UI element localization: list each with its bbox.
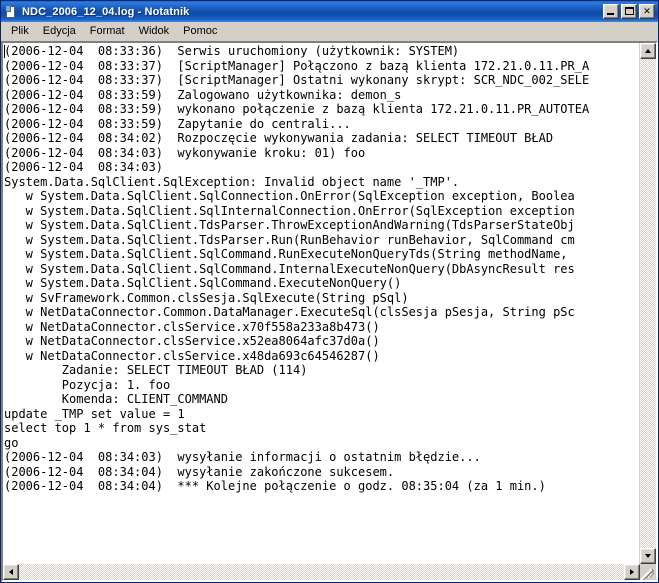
scroll-up-button[interactable] bbox=[640, 43, 656, 59]
scroll-right-button[interactable] bbox=[624, 564, 640, 580]
log-line: w NetDataConnector.clsService.x70f558a23… bbox=[4, 319, 380, 334]
menu-item-widok[interactable]: Widok bbox=[132, 24, 177, 40]
scroll-up-arrow-icon bbox=[645, 49, 651, 53]
close-icon: ✕ bbox=[643, 6, 651, 16]
log-line: update _TMP set value = 1 bbox=[4, 406, 185, 421]
log-lines: (2006-12-04 08:33:36) Serwis uruchomiony… bbox=[3, 43, 639, 494]
log-line: w System.Data.SqlClient.TdsParser.Run(Ru… bbox=[4, 232, 575, 247]
resize-grip[interactable] bbox=[640, 564, 656, 580]
text-editor[interactable]: (2006-12-04 08:33:36) Serwis uruchomiony… bbox=[1, 41, 658, 582]
log-line: w System.Data.SqlClient.SqlCommand.Inter… bbox=[4, 261, 575, 276]
scroll-down-button[interactable] bbox=[640, 548, 656, 564]
log-line: (2006-12-04 08:33:59) Zalogowano użytkow… bbox=[4, 87, 402, 102]
text-caret bbox=[4, 45, 5, 58]
maximize-icon bbox=[625, 7, 634, 15]
caption-buttons: ✕ bbox=[603, 4, 657, 19]
log-line: go bbox=[4, 435, 19, 450]
log-line: (2006-12-04 08:33:37) [ScriptManager] Po… bbox=[4, 58, 590, 73]
log-line: w System.Data.SqlClient.SqlConnection.On… bbox=[4, 189, 575, 203]
log-line: w System.Data.SqlClient.SqlCommand.Execu… bbox=[4, 276, 402, 290]
log-line: Zadanie: SELECT TIMEOUT BŁAD (114) bbox=[4, 363, 308, 377]
log-line: System.Data.SqlClient.SqlException: Inva… bbox=[4, 174, 460, 189]
vertical-scroll-track[interactable] bbox=[640, 59, 656, 548]
title-bar[interactable]: NDC_2006_12_04.log - Notatnik ✕ bbox=[1, 1, 658, 22]
horizontal-scrollbar[interactable] bbox=[3, 564, 656, 580]
log-line: w NetDataConnector.Common.DataManager.Ex… bbox=[4, 305, 575, 319]
log-line: (2006-12-04 08:34:03) wysyłanie informac… bbox=[4, 450, 481, 464]
menu-item-plik[interactable]: Plik bbox=[4, 24, 36, 40]
log-line: (2006-12-04 08:34:04) *** Kolejne połącz… bbox=[4, 479, 546, 493]
log-line: w System.Data.SqlClient.TdsParser.ThrowE… bbox=[4, 218, 575, 232]
client-area: (2006-12-04 08:33:36) Serwis uruchomiony… bbox=[1, 41, 658, 582]
log-line: w System.Data.SqlClient.SqlCommand.RunEx… bbox=[4, 247, 568, 261]
log-line: w System.Data.SqlClient.SqlInternalConne… bbox=[4, 203, 575, 218]
log-text-area[interactable]: (2006-12-04 08:33:36) Serwis uruchomiony… bbox=[3, 43, 639, 564]
log-line: select top 1 * from sys_stat bbox=[4, 421, 207, 435]
log-line: (2006-12-04 08:33:36) Serwis uruchomiony… bbox=[4, 44, 460, 58]
log-line: (2006-12-04 08:34:04) wysyłanie zakończo… bbox=[4, 464, 395, 479]
minimize-icon bbox=[607, 13, 614, 15]
log-line: w SvFramework.Common.clsSesja.SqlExecute… bbox=[4, 290, 409, 305]
close-button[interactable]: ✕ bbox=[639, 4, 655, 19]
log-line: Pozycja: 1. foo bbox=[4, 377, 171, 392]
menu-item-format[interactable]: Format bbox=[83, 24, 132, 40]
maximize-button[interactable] bbox=[621, 4, 637, 19]
log-line: (2006-12-04 08:33:59) Zapytanie do centr… bbox=[4, 116, 351, 131]
scroll-right-arrow-icon bbox=[630, 569, 634, 575]
scroll-left-button[interactable] bbox=[3, 564, 19, 580]
log-line: (2006-12-04 08:34:03) bbox=[4, 160, 163, 174]
menu-item-pomoc[interactable]: Pomoc bbox=[176, 24, 224, 40]
window-title: NDC_2006_12_04.log - Notatnik bbox=[22, 5, 190, 18]
vertical-scrollbar[interactable] bbox=[639, 43, 656, 564]
menu-item-edycja[interactable]: Edycja bbox=[36, 24, 83, 40]
log-line: (2006-12-04 08:33:37) [ScriptManager] Os… bbox=[4, 73, 590, 87]
log-line: (2006-12-04 08:33:59) wykonano połączeni… bbox=[4, 102, 590, 116]
scroll-down-arrow-icon bbox=[645, 554, 651, 558]
log-line: (2006-12-04 08:34:03) wykonywanie kroku:… bbox=[4, 145, 366, 160]
log-line: Komenda: CLIENT_COMMAND bbox=[4, 392, 228, 406]
menu-bar: Plik Edycja Format Widok Pomoc bbox=[1, 22, 658, 41]
minimize-button[interactable] bbox=[603, 4, 619, 19]
scroll-left-arrow-icon bbox=[9, 569, 13, 575]
notepad-document-icon bbox=[4, 5, 18, 19]
log-line: (2006-12-04 08:34:02) Rozpoczęcie wykony… bbox=[4, 131, 554, 145]
log-line: w NetDataConnector.clsService.x48da693c6… bbox=[4, 348, 380, 363]
log-line: w NetDataConnector.clsService.x52ea8064a… bbox=[4, 334, 380, 348]
horizontal-scroll-track[interactable] bbox=[19, 564, 624, 580]
notepad-window: NDC_2006_12_04.log - Notatnik ✕ Plik Edy… bbox=[0, 0, 659, 583]
editor-row: (2006-12-04 08:33:36) Serwis uruchomiony… bbox=[3, 43, 656, 564]
